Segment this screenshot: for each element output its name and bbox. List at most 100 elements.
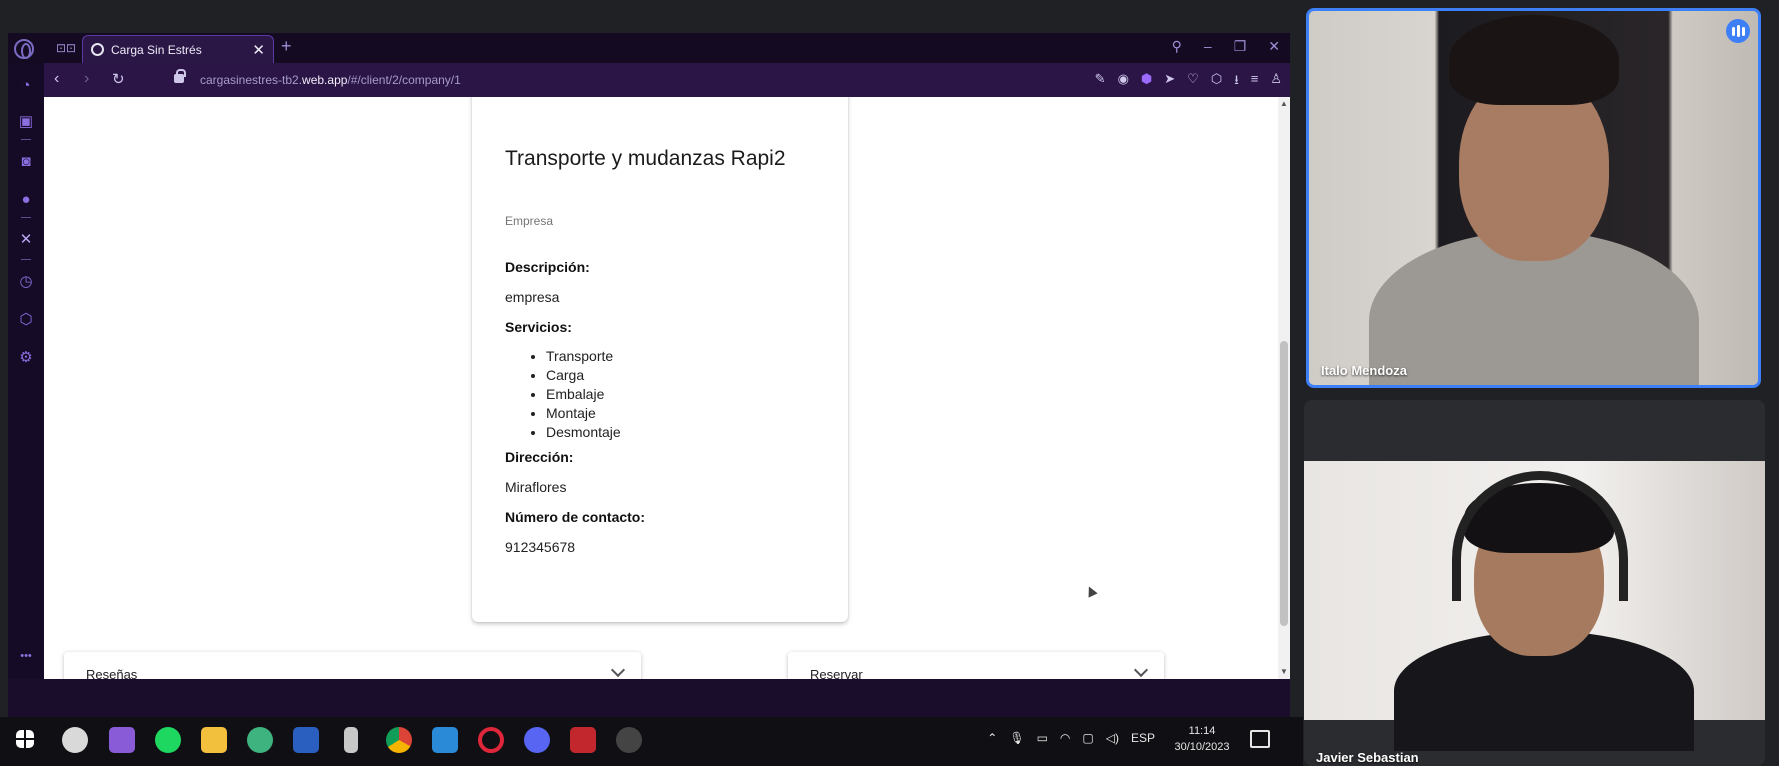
camera-icon[interactable]: ◉ xyxy=(1118,71,1129,93)
scroll-thumb[interactable] xyxy=(1280,341,1288,626)
search-icon[interactable]: ⚲ xyxy=(1172,38,1182,55)
service-item: Transporte xyxy=(546,347,621,366)
reviews-panel[interactable]: Reseñas xyxy=(64,652,641,679)
company-name: Transporte y mudanzas Rapi2 xyxy=(505,147,786,170)
company-subtitle: Empresa xyxy=(505,214,554,228)
speaking-indicator-icon xyxy=(1726,19,1750,43)
toolbar-icons: ✎ ◉ ⬢ ➤ ♡ ⬡ ⭳ ≡ ♙ xyxy=(1095,71,1282,93)
vscode-icon[interactable] xyxy=(432,727,458,753)
reviews-title: Reseñas xyxy=(86,667,138,679)
account-icon[interactable]: ♙ xyxy=(1270,71,1282,93)
tab-close-icon[interactable]: ✕ xyxy=(252,41,265,59)
windows-start-icon[interactable] xyxy=(16,730,34,748)
notifications-icon[interactable] xyxy=(1250,730,1270,748)
reserve-title: Reservar xyxy=(810,667,863,679)
wifi-icon[interactable]: ◠ xyxy=(1060,731,1070,745)
address-label: Dirección: xyxy=(505,449,574,465)
language-indicator[interactable]: ESP xyxy=(1131,731,1155,745)
more-icon[interactable]: ••• xyxy=(17,647,35,665)
microphone-icon[interactable]: 🎙 xyxy=(1009,731,1024,745)
system-tray: ⌃ 🎙 ▭ ◠ ▢ ◁) ESP xyxy=(987,731,1155,745)
forward-icon[interactable]: › xyxy=(84,70,89,88)
spotify-icon[interactable] xyxy=(155,727,181,753)
back-icon[interactable]: ‹ xyxy=(54,70,59,88)
contact-label: Número de contacto: xyxy=(505,509,646,525)
rd-app-icon[interactable] xyxy=(570,727,596,753)
minimize-icon[interactable]: – xyxy=(1204,38,1212,55)
time: 11:14 xyxy=(1188,725,1216,737)
description-value: empresa xyxy=(505,289,560,305)
taskbar: ⌃ 🎙 ▭ ◠ ▢ ◁) ESP 11:14 30/10/2023 xyxy=(0,717,1303,766)
address-bar: ‹ › ↻ cargasinestres-tb2.web.app/#/clien… xyxy=(44,63,1290,97)
history-icon[interactable]: ◷ xyxy=(17,273,35,291)
service-item: Embalaje xyxy=(546,385,621,404)
opera-taskbar-icon[interactable] xyxy=(478,727,504,753)
chat-icon[interactable]: ● xyxy=(17,191,35,209)
chevron-down-icon[interactable] xyxy=(1133,662,1149,678)
chevron-up-icon[interactable]: ⌃ xyxy=(987,731,997,745)
service-item: Desmontaje xyxy=(546,423,621,442)
discord-icon[interactable] xyxy=(524,727,550,753)
browser-tab[interactable]: Carga Sin Estrés ✕ xyxy=(82,35,274,63)
chevron-down-icon[interactable] xyxy=(610,662,626,678)
x-twitter-icon[interactable]: ✕ xyxy=(17,231,35,249)
security-app-icon[interactable] xyxy=(62,727,88,753)
bag-icon[interactable]: ▣ xyxy=(17,113,35,131)
window-controls: ⚲ – ❐ ✕ xyxy=(1172,38,1280,55)
word-icon[interactable] xyxy=(293,727,319,753)
participant-video-2[interactable]: Javier Sebastian xyxy=(1304,400,1765,766)
scroll-down-icon[interactable]: ▼ xyxy=(1280,667,1288,676)
tab-title: Carga Sin Estrés xyxy=(111,43,202,57)
edge-icon[interactable] xyxy=(247,727,273,753)
globe-icon xyxy=(91,43,104,56)
participant-frame xyxy=(1304,461,1765,751)
vpn-shield-icon[interactable]: ⬢ xyxy=(1141,71,1152,93)
box-icon[interactable]: ⬡ xyxy=(17,311,35,329)
send-icon[interactable]: ➤ xyxy=(1164,71,1175,93)
headset-icon xyxy=(1452,471,1628,601)
participant-video-1[interactable]: Italo Mendoza xyxy=(1306,8,1761,388)
participant-hair xyxy=(1449,15,1619,105)
opera-logo-icon[interactable] xyxy=(14,39,34,59)
opera-sidebar: ◔ ▣ ◙ ● ✕ ◷ ⬡ ⚙ ••• xyxy=(8,63,44,679)
edit-icon[interactable]: ✎ xyxy=(1095,71,1106,93)
heart-icon[interactable]: ♡ xyxy=(1187,71,1199,93)
reload-icon[interactable]: ↻ xyxy=(112,70,125,88)
services-list: Transporte Carga Embalaje Montaje Desmon… xyxy=(532,347,621,442)
speed-dial-icon[interactable]: ◔ xyxy=(17,77,35,95)
contact-value: 912345678 xyxy=(505,539,576,555)
scroll-up-icon[interactable]: ▲ xyxy=(1280,99,1288,108)
settings-gear-icon[interactable]: ⚙ xyxy=(17,349,35,367)
lock-icon xyxy=(174,69,186,83)
close-window-icon[interactable]: ✕ xyxy=(1268,38,1280,55)
chrome-icon[interactable] xyxy=(386,727,412,753)
services-label: Servicios: xyxy=(505,319,572,335)
date: 30/10/2023 xyxy=(1174,741,1230,753)
page-viewport: Transporte y mudanzas Rapi2 Empresa Desc… xyxy=(44,97,1278,679)
extensions-icon[interactable]: ⬡ xyxy=(1211,71,1222,93)
display-icon[interactable]: ▢ xyxy=(1082,731,1093,745)
reserve-panel[interactable]: Reservar xyxy=(788,652,1164,679)
tab-bar: ⊡⊡ Carga Sin Estrés ✕ + ⚲ – ❐ ✕ xyxy=(8,33,1290,63)
visual-studio-icon[interactable] xyxy=(109,727,135,753)
restore-icon[interactable]: ❐ xyxy=(1234,38,1247,55)
service-item: Montaje xyxy=(546,404,621,423)
download-icon[interactable]: ⭳ xyxy=(1234,71,1239,93)
browser-window: ⊡⊡ Carga Sin Estrés ✕ + ⚲ – ❐ ✕ ◔ ▣ ◙ ● … xyxy=(8,33,1290,717)
service-item: Carga xyxy=(546,366,621,385)
new-tab-icon[interactable]: + xyxy=(281,36,292,57)
address-value: Miraflores xyxy=(505,479,567,495)
file-explorer-icon[interactable] xyxy=(201,727,227,753)
description-label: Descripción: xyxy=(505,259,590,275)
participant-name: Javier Sebastian xyxy=(1316,750,1419,765)
url-field[interactable]: cargasinestres-tb2.web.app/#/client/2/co… xyxy=(200,73,461,87)
phone-link-icon[interactable] xyxy=(344,727,358,753)
easy-setup-icon[interactable]: ≡ xyxy=(1251,71,1259,93)
gamepad-icon[interactable]: ⊡⊡ xyxy=(56,41,76,55)
messenger-icon[interactable]: ◙ xyxy=(17,153,35,171)
battery-icon[interactable]: ▭ xyxy=(1037,731,1048,745)
obs-icon[interactable] xyxy=(616,727,642,753)
page-scrollbar[interactable]: ▲ ▼ xyxy=(1278,97,1290,679)
volume-icon[interactable]: ◁) xyxy=(1106,731,1119,745)
clock[interactable]: 11:14 30/10/2023 xyxy=(1172,723,1232,755)
